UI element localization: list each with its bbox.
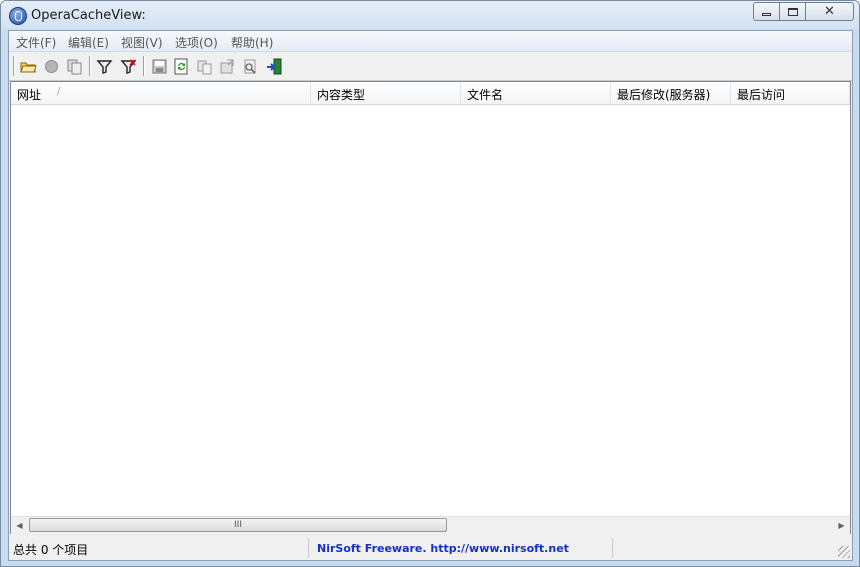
status-count: 总共 0 个项目: [9, 538, 309, 558]
properties-icon: [220, 59, 233, 73]
client-area: 文件(F) 编辑(E) 视图(V) 选项(O) 帮助(H) 网址 / 内容类型 …: [8, 30, 853, 561]
menu-options[interactable]: 选项(O): [175, 34, 218, 51]
menu-file[interactable]: 文件(F): [16, 34, 56, 51]
resize-grip-icon[interactable]: [838, 546, 850, 558]
cache-list[interactable]: 网址 / 内容类型 文件名 最后修改(服务器) 最后访问 ◀ III ▶: [10, 81, 851, 534]
column-header-content-type[interactable]: 内容类型: [311, 82, 461, 104]
menu-edit[interactable]: 编辑(E): [68, 34, 109, 51]
column-header-filename[interactable]: 文件名: [461, 82, 611, 104]
column-header-last-modified[interactable]: 最后修改(服务器): [611, 82, 731, 104]
filter-button[interactable]: [95, 57, 113, 75]
minimize-icon: [762, 13, 771, 16]
toolbar-separator: [13, 56, 15, 76]
toolbar-separator: [89, 56, 91, 76]
toolbar: [9, 52, 852, 81]
scrollbar-grip-icon: III: [234, 520, 242, 530]
column-header-content-type-label: 内容类型: [317, 88, 366, 102]
list-header: 网址 / 内容类型 文件名 最后修改(服务器) 最后访问: [11, 82, 850, 105]
menu-view[interactable]: 视图(V): [121, 34, 163, 51]
column-header-url-label: 网址: [17, 88, 42, 102]
find-icon: [244, 59, 256, 74]
menu-help[interactable]: 帮助(H): [231, 34, 273, 51]
open-folder-button[interactable]: [19, 57, 37, 75]
refresh-button[interactable]: [172, 57, 190, 75]
copy-button[interactable]: [195, 57, 213, 75]
maximize-icon: [787, 7, 798, 16]
sort-indicator-icon: /: [57, 86, 61, 97]
scrollbar-thumb[interactable]: III: [29, 518, 447, 532]
filter-remove-icon: [120, 58, 136, 74]
column-header-last-accessed[interactable]: 最后访问: [731, 82, 850, 104]
stop-icon: [44, 59, 58, 73]
column-header-last-modified-label: 最后修改(服务器): [617, 88, 711, 102]
menu-bar: 文件(F) 编辑(E) 视图(V) 选项(O) 帮助(H): [9, 31, 852, 52]
copy-files-icon: [67, 59, 81, 74]
close-button[interactable]: ✕: [805, 2, 854, 21]
properties-button[interactable]: [218, 57, 236, 75]
exit-icon: [266, 58, 281, 74]
minimize-button[interactable]: [753, 2, 780, 21]
stop-button[interactable]: [42, 57, 60, 75]
copy-files-button[interactable]: [65, 57, 83, 75]
window-title: OperaCacheView:: [31, 8, 146, 23]
horizontal-scrollbar[interactable]: ◀ III ▶: [11, 516, 850, 534]
refresh-icon: [174, 58, 187, 74]
nirsoft-link[interactable]: NirSoft Freeware. http://www.nirsoft.net: [313, 538, 613, 558]
scroll-left-icon[interactable]: ◀: [11, 517, 28, 534]
maximize-button[interactable]: [779, 2, 806, 21]
find-button[interactable]: [241, 57, 259, 75]
title-bar[interactable]: OperaCacheView: ✕: [1, 1, 859, 29]
column-header-filename-label: 文件名: [467, 88, 504, 102]
app-window: OperaCacheView: ✕ 文件(F) 编辑(E) 视图(V) 选项(O…: [0, 0, 860, 567]
toolbar-separator: [143, 56, 145, 76]
save-button[interactable]: [150, 57, 168, 75]
column-header-last-accessed-label: 最后访问: [737, 88, 786, 102]
save-icon: [152, 59, 166, 73]
status-bar: 总共 0 个项目 NirSoft Freeware. http://www.ni…: [9, 536, 852, 560]
opera-icon: [9, 7, 27, 25]
scroll-right-icon[interactable]: ▶: [833, 517, 850, 534]
column-header-url[interactable]: 网址 /: [11, 82, 311, 104]
exit-button[interactable]: [265, 57, 283, 75]
filter-icon: [96, 59, 112, 74]
copy-icon: [197, 60, 211, 74]
open-folder-icon: [19, 62, 37, 72]
filter-remove-button[interactable]: [119, 57, 137, 75]
close-icon: ✕: [824, 4, 835, 19]
